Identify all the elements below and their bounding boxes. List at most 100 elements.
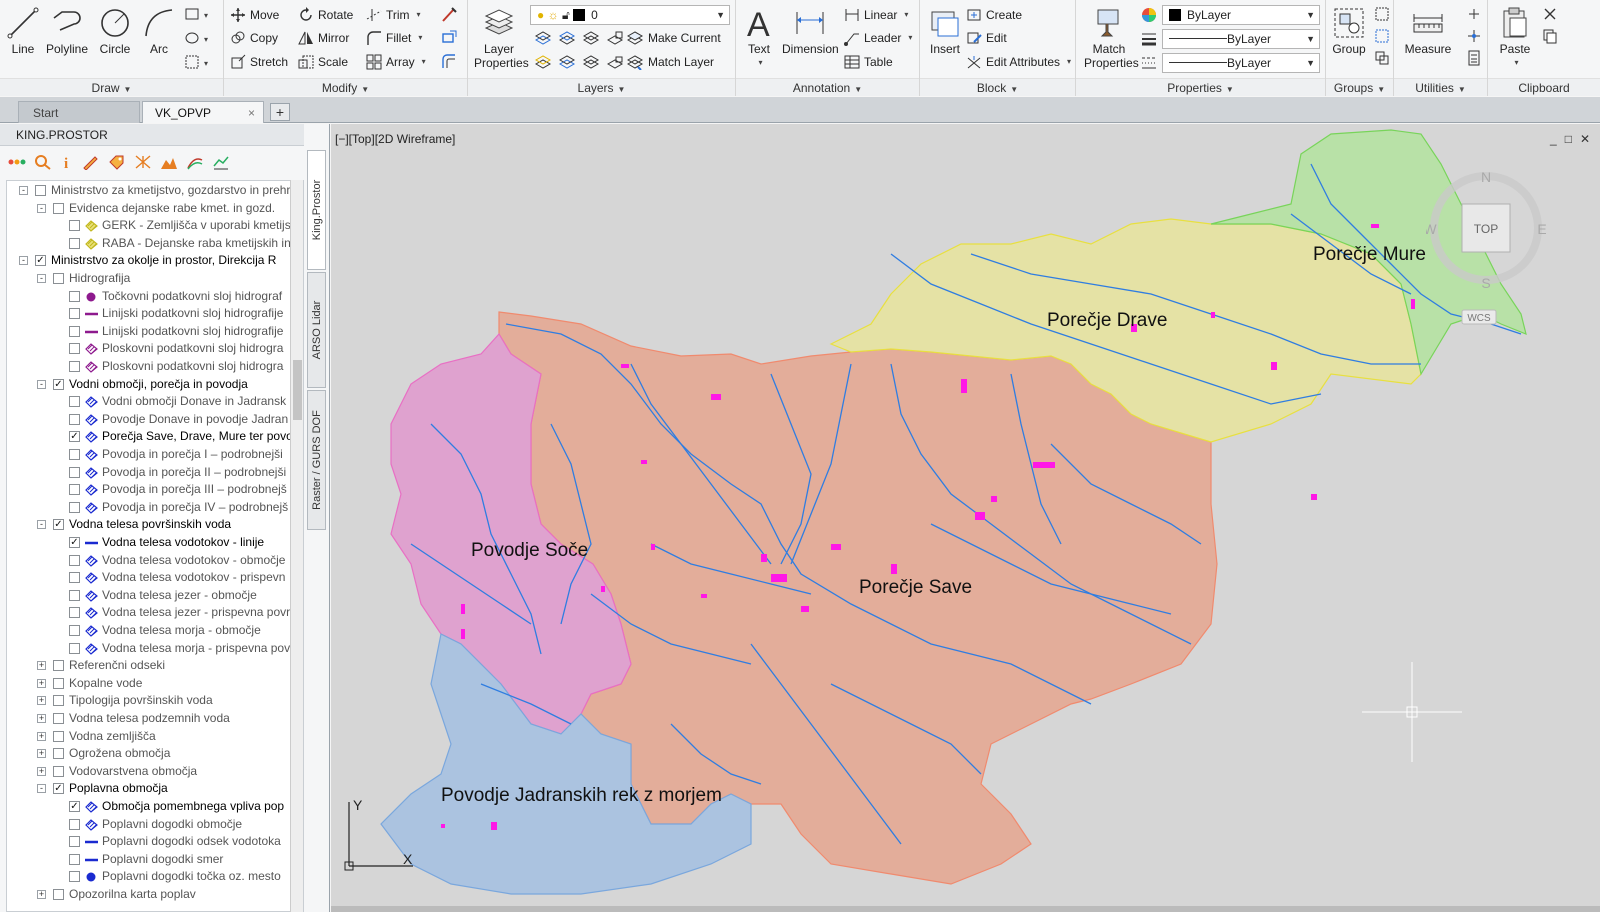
layer-checkbox[interactable] bbox=[69, 361, 80, 372]
layer-checkbox[interactable] bbox=[69, 625, 80, 636]
tree-row[interactable]: Vodna telesa jezer - prispevna povr bbox=[7, 604, 297, 622]
layer-isolate-icon[interactable] bbox=[558, 30, 576, 46]
collapse-icon[interactable]: - bbox=[37, 784, 46, 794]
layer-unlock-icon[interactable] bbox=[606, 54, 624, 70]
terrain-icon[interactable] bbox=[160, 154, 178, 170]
rotate-button[interactable]: Rotate bbox=[298, 5, 353, 25]
panel-title-block[interactable]: Block ▼ bbox=[920, 78, 1075, 96]
arc-button[interactable]: Arc bbox=[136, 2, 182, 72]
group-select-icon[interactable] bbox=[1374, 50, 1390, 66]
tree-row[interactable]: Povodja in porečja II – podrobnejši bbox=[7, 464, 297, 482]
layer-combo[interactable]: ● ☼ 🔓︎ 0 ▼ bbox=[530, 5, 730, 25]
tree-row[interactable]: - Ministrstvo za kmetijstvo, gozdarstvo i… bbox=[7, 182, 297, 200]
tree-row[interactable]: Linijski podatkovni sloj hidrografije bbox=[7, 323, 297, 341]
linetype-combo[interactable]: ByLayer ▼ bbox=[1162, 53, 1320, 73]
tree-row[interactable]: RABA - Dejanske raba kmetijskih in bbox=[7, 235, 297, 253]
polyline-button[interactable]: Polyline bbox=[44, 2, 90, 72]
layer-checkbox[interactable] bbox=[69, 308, 80, 320]
viewcube[interactable]: TOP N S E W WCS bbox=[1426, 168, 1546, 328]
insert-button[interactable]: Insert bbox=[922, 2, 968, 72]
array-button[interactable]: Array ▾ bbox=[366, 52, 426, 72]
group-button[interactable]: Group bbox=[1326, 2, 1372, 72]
layer-checkbox[interactable] bbox=[69, 607, 80, 619]
layer-checkbox[interactable] bbox=[53, 695, 64, 707]
expand-icon[interactable]: + bbox=[37, 766, 46, 776]
tree-row[interactable]: GERK - Zemljišča v uporabi kmetijs bbox=[7, 217, 297, 235]
expand-icon[interactable]: + bbox=[37, 890, 46, 899]
point-icon[interactable] bbox=[1466, 28, 1482, 44]
compass-s[interactable]: S bbox=[1481, 275, 1490, 291]
layer-checkbox[interactable] bbox=[69, 853, 80, 865]
stretch-button[interactable]: Stretch bbox=[230, 52, 288, 72]
close-tab-icon[interactable]: × bbox=[248, 102, 255, 124]
panel-title-groups[interactable]: Groups ▼ bbox=[1326, 78, 1393, 96]
fillet-button[interactable]: Fillet ▾ bbox=[366, 28, 422, 48]
match-layer-button[interactable]: Match Layer bbox=[626, 52, 714, 72]
cut-icon[interactable] bbox=[1542, 6, 1558, 22]
match-properties-button[interactable]: Match Properties bbox=[1084, 2, 1139, 72]
move-button[interactable]: Move bbox=[230, 5, 279, 25]
new-tab-button[interactable]: + bbox=[270, 103, 290, 121]
lineweight-icon[interactable] bbox=[1140, 30, 1158, 48]
tree-row[interactable]: Poplavni dogodki točka oz. mesto bbox=[7, 868, 297, 886]
layer-off-icon[interactable] bbox=[534, 30, 552, 46]
layer-checkbox[interactable] bbox=[35, 185, 46, 196]
tree-row[interactable]: Vodna telesa vodotokov - prispevn bbox=[7, 569, 297, 587]
collapse-icon[interactable]: - bbox=[37, 520, 46, 530]
layer-checkbox[interactable]: ✓ bbox=[69, 431, 80, 443]
layer-checkbox[interactable] bbox=[69, 325, 80, 337]
layer-checkbox[interactable] bbox=[69, 290, 80, 302]
layer-checkbox[interactable] bbox=[69, 554, 80, 566]
layer-checkbox[interactable] bbox=[69, 396, 80, 408]
edit-block-button[interactable]: Edit bbox=[966, 28, 1007, 48]
leader-button[interactable]: Leader ▾ bbox=[844, 28, 912, 48]
copy-clip-icon[interactable] bbox=[1542, 28, 1558, 44]
tree-row[interactable]: + Tipologija površinskih voda bbox=[7, 692, 297, 710]
layer-checkbox[interactable] bbox=[53, 677, 64, 689]
panel-title-layers[interactable]: Layers ▼ bbox=[468, 78, 735, 96]
model-space-viewport[interactable]: [−][Top][2D Wireframe] _ □ ✕ Porečje Mur… bbox=[331, 124, 1600, 912]
layer-checkbox[interactable] bbox=[69, 642, 80, 654]
traffic-light-icon[interactable] bbox=[8, 154, 26, 170]
text-button[interactable]: A Text ▾ bbox=[736, 2, 782, 72]
tree-row[interactable]: + Kopalne vode bbox=[7, 675, 297, 693]
tree-row[interactable]: + Vodovarstvena območja bbox=[7, 763, 297, 781]
quick-select-icon[interactable] bbox=[1466, 6, 1482, 22]
layer-checkbox[interactable] bbox=[69, 466, 80, 478]
layer-on-icon[interactable] bbox=[534, 54, 552, 70]
expand-icon[interactable]: + bbox=[37, 661, 46, 671]
tree-row[interactable]: Vodna telesa morja - prispevna pov bbox=[7, 640, 297, 658]
panel-title-utilities[interactable]: Utilities ▼ bbox=[1394, 78, 1487, 96]
tree-row[interactable]: Vodna telesa jezer - območje bbox=[7, 587, 297, 605]
minimize-icon[interactable]: _ bbox=[1550, 132, 1557, 146]
layer-checkbox[interactable] bbox=[69, 818, 80, 830]
tree-row[interactable]: Povodja in porečja I – podrobnejši bbox=[7, 446, 297, 464]
lineweight-combo[interactable]: ByLayer ▼ bbox=[1162, 29, 1320, 49]
viewport-scrollbar[interactable] bbox=[331, 906, 1600, 912]
tree-row[interactable]: Poplavni dogodki odsek vodotoka bbox=[7, 833, 297, 851]
rectangle-icon[interactable]: ▾ bbox=[184, 6, 214, 22]
copy-button[interactable]: Copy bbox=[230, 28, 278, 48]
tag-icon[interactable] bbox=[108, 154, 126, 170]
pencil-icon[interactable] bbox=[82, 154, 100, 170]
tree-row[interactable]: - ✓ Ministrstvo za okolje in prostor, Dire… bbox=[7, 252, 297, 270]
tree-row[interactable]: Poplavni dogodki smer bbox=[7, 851, 297, 869]
side-tab-king-prostor[interactable]: King.Prostor bbox=[307, 150, 326, 270]
layer-checkbox[interactable]: ✓ bbox=[53, 378, 64, 390]
layer-checkbox[interactable]: ✓ bbox=[69, 537, 80, 548]
compass-w[interactable]: W bbox=[1426, 221, 1437, 237]
ungroup-icon[interactable] bbox=[1374, 6, 1390, 22]
hatch-icon[interactable]: ▾ bbox=[184, 30, 214, 46]
tree-row[interactable]: - Evidenca dejanske rabe kmet. in gozd. bbox=[7, 200, 297, 218]
panel-title-annotation[interactable]: Annotation ▼ bbox=[736, 78, 919, 96]
layer-checkbox[interactable] bbox=[69, 572, 80, 584]
layer-checkbox[interactable] bbox=[69, 501, 80, 513]
search-icon[interactable] bbox=[34, 154, 52, 170]
collapse-icon[interactable]: - bbox=[19, 256, 28, 266]
layer-checkbox[interactable]: ✓ bbox=[53, 783, 64, 795]
tree-scrollbar[interactable] bbox=[290, 180, 303, 912]
tree-row[interactable]: ✓ Območja pomembnega vpliva pop bbox=[7, 798, 297, 816]
expand-icon[interactable]: + bbox=[37, 678, 46, 688]
collapse-icon[interactable]: - bbox=[37, 274, 46, 283]
side-tab-arso-lidar[interactable]: ARSO Lidar bbox=[307, 272, 326, 388]
